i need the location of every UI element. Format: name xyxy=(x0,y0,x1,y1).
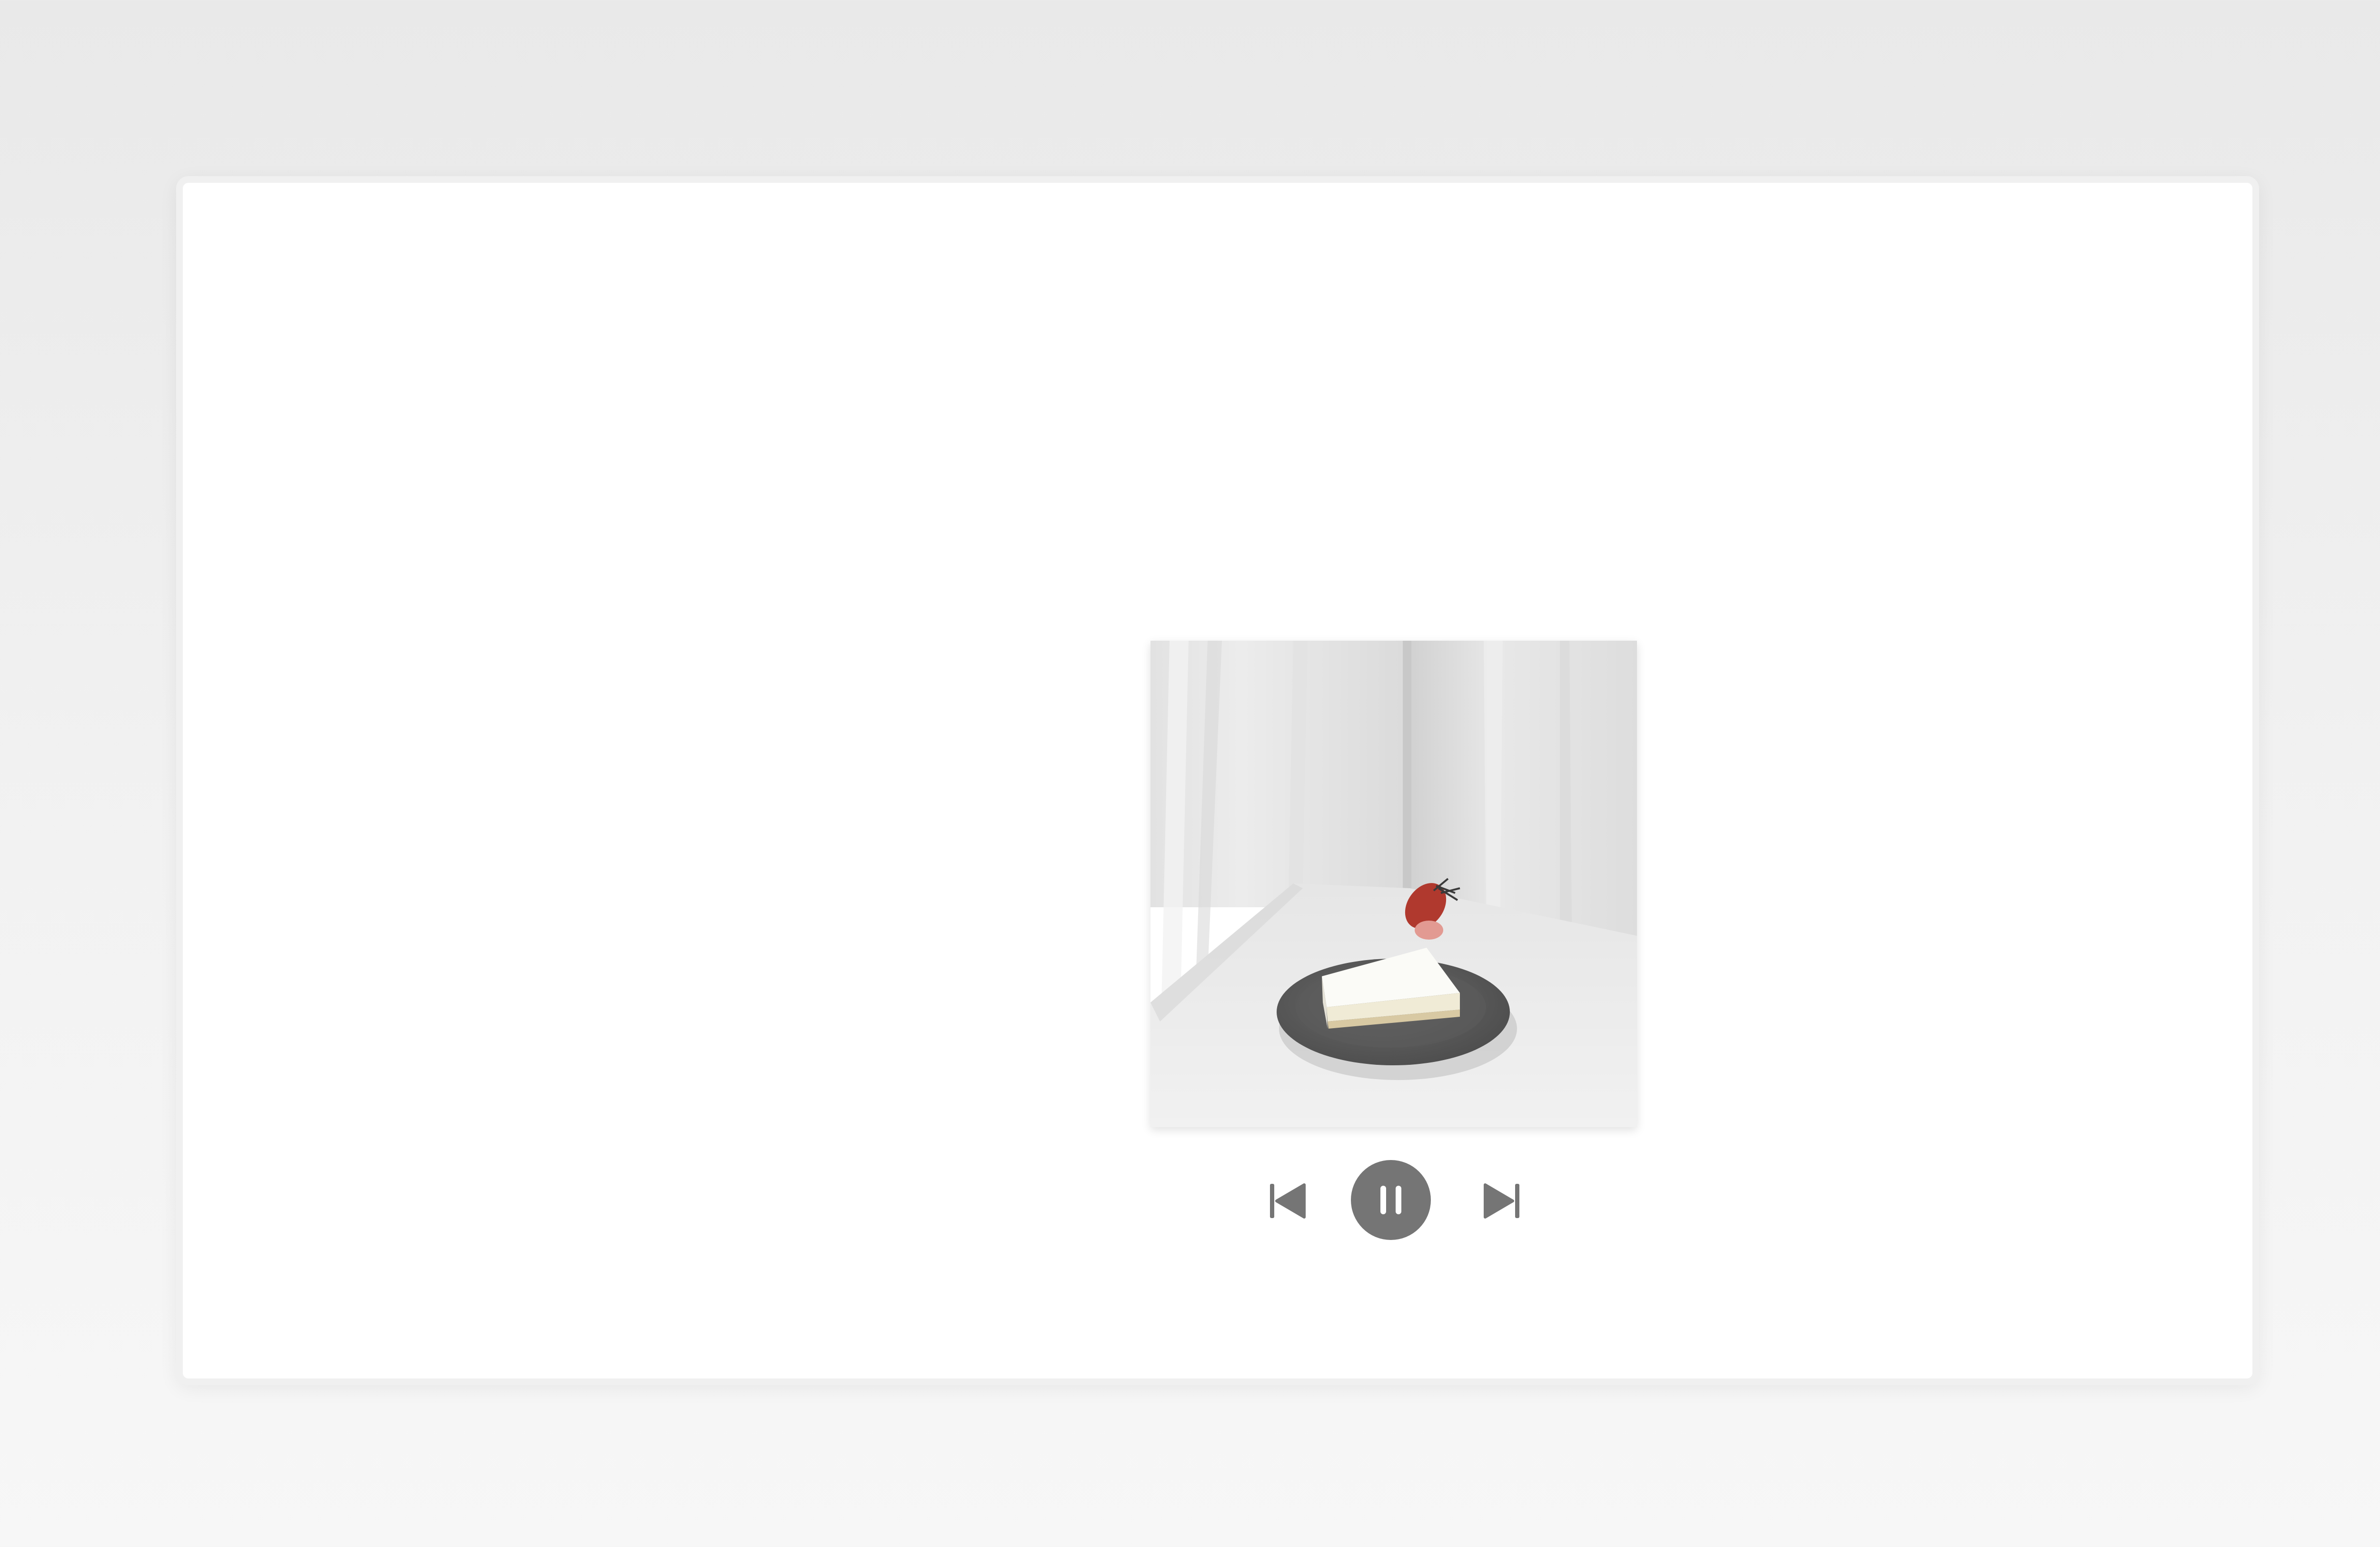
album-art xyxy=(1150,641,1637,1127)
next-track-button[interactable] xyxy=(1483,1182,1520,1220)
skip-next-icon xyxy=(1484,1183,1519,1219)
player-window xyxy=(176,176,2259,1385)
playback-controls xyxy=(1241,1160,1546,1241)
previous-track-button[interactable] xyxy=(1269,1182,1306,1220)
pause-button[interactable] xyxy=(1351,1160,1431,1240)
skip-previous-icon xyxy=(1270,1183,1306,1219)
album-art-image xyxy=(1150,641,1637,1127)
pause-icon xyxy=(1380,1186,1401,1214)
